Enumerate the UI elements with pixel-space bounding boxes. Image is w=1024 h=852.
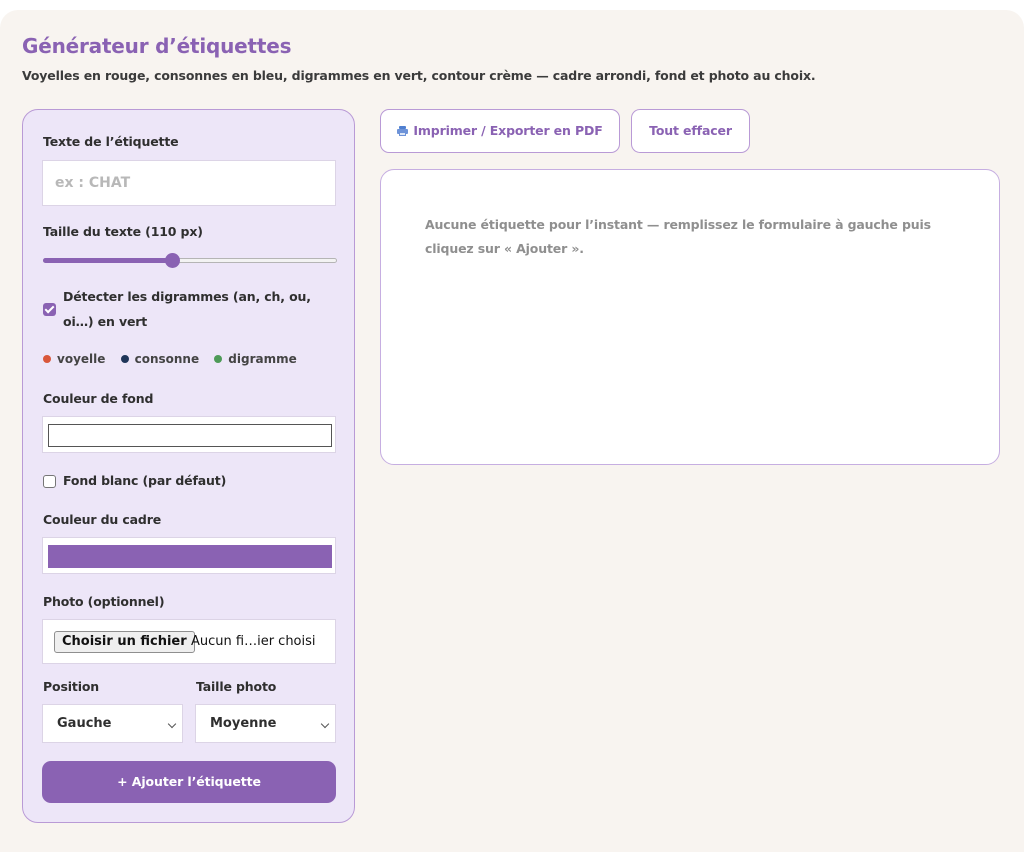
legend-digraph-label: digramme (228, 352, 297, 366)
legend-consonant-label: consonne (134, 352, 200, 366)
clear-all-button[interactable]: Tout effacer (631, 109, 750, 153)
frame-color-label: Couleur du cadre (43, 512, 162, 527)
text-size-slider[interactable] (43, 253, 337, 268)
print-export-label: Imprimer / Exporter en PDF (413, 123, 603, 138)
vowel-dot-icon (43, 355, 51, 363)
size-label: Taille du texte (110 px) (43, 224, 203, 239)
bg-color-label: Couleur de fond (43, 391, 154, 406)
slider-fill (43, 258, 173, 263)
chevron-down-icon (167, 719, 177, 729)
file-status-text: Aucun fi…ier choisi (191, 634, 316, 649)
position-select-value: Gauche (57, 716, 112, 731)
page-title: Générateur d’étiquettes (22, 34, 292, 58)
bg-color-swatch (48, 424, 332, 447)
app-container: Générateur d’étiquettes Voyelles en roug… (0, 10, 1024, 852)
white-bg-checkbox-label: Fond blanc (par défaut) (63, 473, 227, 488)
photo-label: Photo (optionnel) (43, 594, 165, 609)
digraph-dot-icon (214, 355, 223, 363)
bg-color-picker[interactable] (42, 416, 336, 453)
position-label: Position (43, 679, 100, 694)
legend-digraph: digramme (214, 352, 297, 366)
label-text-input[interactable] (42, 160, 336, 206)
add-label-button[interactable]: + Ajouter l’étiquette (42, 761, 336, 803)
color-legend: voyelle consonne digramme (43, 352, 308, 366)
digraph-checkbox-label: Détecter les digrammes (an, ch, ou, oi…)… (63, 289, 311, 329)
choose-file-button[interactable]: Choisir un fichier (54, 631, 195, 653)
legend-vowel: voyelle (43, 352, 105, 366)
printer-icon (397, 126, 409, 136)
photo-file-input[interactable]: Choisir un fichier Aucun fi…ier choisi (42, 619, 336, 664)
form-panel: Texte de l’étiquette Taille du texte (11… (22, 109, 355, 823)
digraph-checkbox[interactable] (43, 303, 56, 316)
frame-color-picker[interactable] (42, 537, 336, 574)
photo-size-label: Taille photo (196, 679, 277, 694)
print-export-button[interactable]: Imprimer / Exporter en PDF (380, 109, 620, 153)
consonant-dot-icon (120, 355, 129, 363)
page-subtitle: Voyelles en rouge, consonnes en bleu, di… (22, 68, 816, 83)
frame-color-swatch (48, 545, 332, 568)
white-bg-checkbox[interactable] (43, 475, 56, 488)
empty-preview-message: Aucune étiquette pour l’instant — rempli… (425, 217, 931, 256)
position-select[interactable]: Gauche (42, 704, 183, 743)
photo-size-select-value: Moyenne (210, 716, 277, 731)
legend-consonant: consonne (120, 352, 200, 366)
legend-vowel-label: voyelle (57, 352, 106, 366)
chevron-down-icon (320, 719, 330, 729)
labels-preview-area: Aucune étiquette pour l’instant — rempli… (380, 169, 1000, 465)
text-label: Texte de l’étiquette (43, 134, 179, 149)
photo-size-select[interactable]: Moyenne (195, 704, 336, 743)
slider-thumb[interactable] (165, 253, 181, 268)
